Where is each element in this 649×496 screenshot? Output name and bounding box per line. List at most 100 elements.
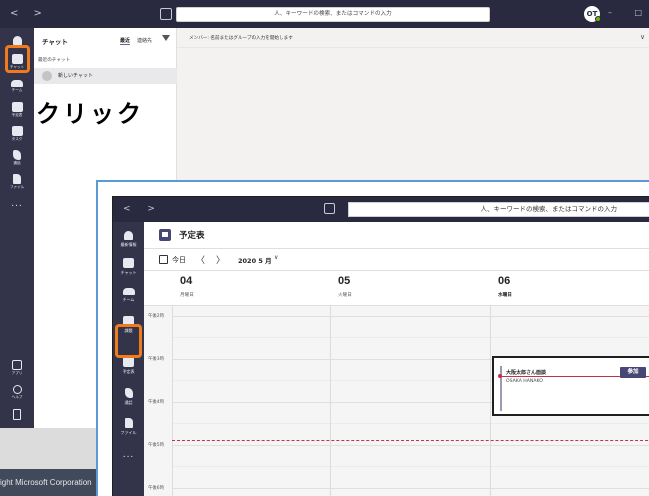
rail-label: アプリ xyxy=(11,371,23,375)
time-label: 午後2時 xyxy=(148,314,164,319)
phone-icon xyxy=(13,150,21,160)
calendar-highlight-box xyxy=(115,324,142,358)
rail-calls[interactable]: 通話 xyxy=(0,146,34,170)
rail-assignments[interactable]: タスク xyxy=(0,122,34,146)
search-input[interactable]: 人、キーワードの検索、またはコマンドの入力 xyxy=(176,7,490,22)
file-icon xyxy=(124,418,133,428)
file-icon xyxy=(13,174,21,184)
teams-icon xyxy=(122,287,135,295)
rail-label: 通話 xyxy=(13,161,21,165)
current-time-dot xyxy=(498,374,502,378)
today-icon[interactable] xyxy=(159,255,168,264)
new-chat-item[interactable]: 新しいチャット xyxy=(34,68,177,84)
recent-chats-header[interactable]: 最近のチャット xyxy=(38,57,70,63)
time-label: 午後4時 xyxy=(148,400,164,405)
calendar-icon xyxy=(123,357,134,367)
device-icon xyxy=(13,408,21,420)
title-bar: < > 人、キーワードの検索、またはコマンドの入力 OT – □ × xyxy=(0,0,649,28)
rail-more[interactable]: ... xyxy=(113,442,144,468)
compose-icon[interactable] xyxy=(324,203,335,214)
next-week-button[interactable]: 〉 xyxy=(216,253,225,266)
chevron-down-icon[interactable]: ∨ xyxy=(640,33,645,41)
app-rail: 最新情報 チャット チーム 課題 予定表 通話 ファイル ... xyxy=(113,222,144,496)
current-time-line xyxy=(172,440,649,441)
day-divider xyxy=(330,306,331,496)
rail-files[interactable]: ファイル xyxy=(0,170,34,194)
day-header-mon: 04 月曜日 xyxy=(172,271,330,306)
day-divider xyxy=(172,306,173,496)
filter-icon[interactable] xyxy=(162,35,170,41)
bell-icon xyxy=(124,230,133,240)
rail-help[interactable]: ヘルプ xyxy=(0,380,34,404)
day-header-wed: 06 水曜日 xyxy=(490,271,649,306)
app-rail: チャット チーム 予定表 タスク 通話 ファイル ... アプリ ヘルプ xyxy=(0,28,34,428)
chat-icon xyxy=(123,258,134,268)
to-bar: メンバー: 名前またはグループの入力を開始します ∨ xyxy=(177,28,649,48)
window-controls[interactable]: – □ × xyxy=(608,8,649,17)
day-name: 月曜日 xyxy=(180,293,194,298)
page-title: 予定表 xyxy=(179,231,205,241)
rail-label: タスク xyxy=(11,137,23,141)
hour-line xyxy=(172,445,649,446)
bell-icon xyxy=(12,35,22,45)
tab-contacts[interactable]: 連絡先 xyxy=(137,37,152,44)
screenshot-stage: < > 人、キーワードの検索、またはコマンドの入力 OT – □ × チャット … xyxy=(0,0,649,496)
tab-recent[interactable]: 最近 xyxy=(120,37,131,45)
history-nav[interactable]: < > xyxy=(10,8,48,19)
help-icon xyxy=(12,384,22,394)
teams-calendar-window: < > 人、キーワードの検索、またはコマンドの入力 最新情報 チャット チーム xyxy=(112,196,649,496)
rail-apps[interactable]: アプリ xyxy=(0,356,34,380)
event-title: 大阪太郎さん面談 xyxy=(506,370,547,376)
calendar-toolbar: 今日 〈 〉 2020 5 月 ∨ xyxy=(144,249,649,271)
rail-label: ヘルプ xyxy=(11,394,23,399)
more-icon: ... xyxy=(11,199,23,209)
rail-label: チーム xyxy=(11,87,23,92)
event-organizer: OSAKA HANAKO xyxy=(506,379,543,384)
month-picker[interactable]: 2020 5 月 xyxy=(238,255,272,265)
day-number: 04 xyxy=(180,275,193,287)
history-nav[interactable]: < > xyxy=(123,204,162,214)
meeting-event[interactable]: 大阪太郎さん面談 OSAKA HANAKO 参加 xyxy=(492,356,649,416)
rail-chat[interactable]: チャット xyxy=(113,254,144,280)
time-label: 午後3時 xyxy=(148,357,164,362)
half-hour-line xyxy=(172,423,649,424)
teams-icon xyxy=(11,79,23,87)
rail-device[interactable] xyxy=(0,402,34,426)
avatar xyxy=(42,71,52,81)
day-number: 06 xyxy=(498,275,511,287)
rail-teams[interactable]: チーム xyxy=(113,282,144,308)
time-label: 午後6時 xyxy=(148,486,164,491)
join-button[interactable]: 参加 xyxy=(620,367,646,378)
calendar-icon xyxy=(159,229,171,241)
hour-line xyxy=(172,316,649,317)
rail-activity[interactable]: 最新情報 xyxy=(113,226,144,252)
today-button[interactable]: 今日 xyxy=(172,255,186,265)
to-field[interactable]: メンバー: 名前またはグループの入力を開始します xyxy=(189,35,293,41)
day-number: 05 xyxy=(338,275,351,287)
more-icon: ... xyxy=(122,450,135,460)
rail-label: ファイル xyxy=(120,430,137,435)
search-input[interactable]: 人、キーワードの検索、またはコマンドの入力 xyxy=(348,202,649,217)
rail-label: 通話 xyxy=(124,400,133,405)
half-hour-line xyxy=(172,337,649,338)
rail-calls[interactable]: 通話 xyxy=(113,384,144,410)
rail-label: 予定表 xyxy=(11,113,23,117)
apps-icon xyxy=(12,360,22,370)
panel-title: チャット xyxy=(42,38,68,46)
day-header-row: 04 月曜日 05 火曜日 06 水曜日 xyxy=(144,271,649,306)
rail-label: チャット xyxy=(120,270,137,275)
rail-teams[interactable]: チーム xyxy=(0,74,34,98)
chevron-down-icon[interactable]: ∨ xyxy=(274,254,278,261)
half-hour-line xyxy=(172,466,649,467)
rail-calendar[interactable]: 予定表 xyxy=(0,98,34,122)
rail-label: ファイル xyxy=(9,185,25,189)
day-divider xyxy=(490,306,491,496)
compose-icon[interactable] xyxy=(160,8,172,20)
day-name: 水曜日 xyxy=(498,293,512,298)
rail-more[interactable]: ... xyxy=(0,192,34,216)
rail-files[interactable]: ファイル xyxy=(113,414,144,440)
prev-week-button[interactable]: 〈 xyxy=(196,253,205,266)
calendar-screenshot-frame: < > 人、キーワードの検索、またはコマンドの入力 最新情報 チャット チーム xyxy=(96,180,649,496)
rail-label: チーム xyxy=(122,296,135,302)
rail-label: 予定表 xyxy=(122,369,135,374)
